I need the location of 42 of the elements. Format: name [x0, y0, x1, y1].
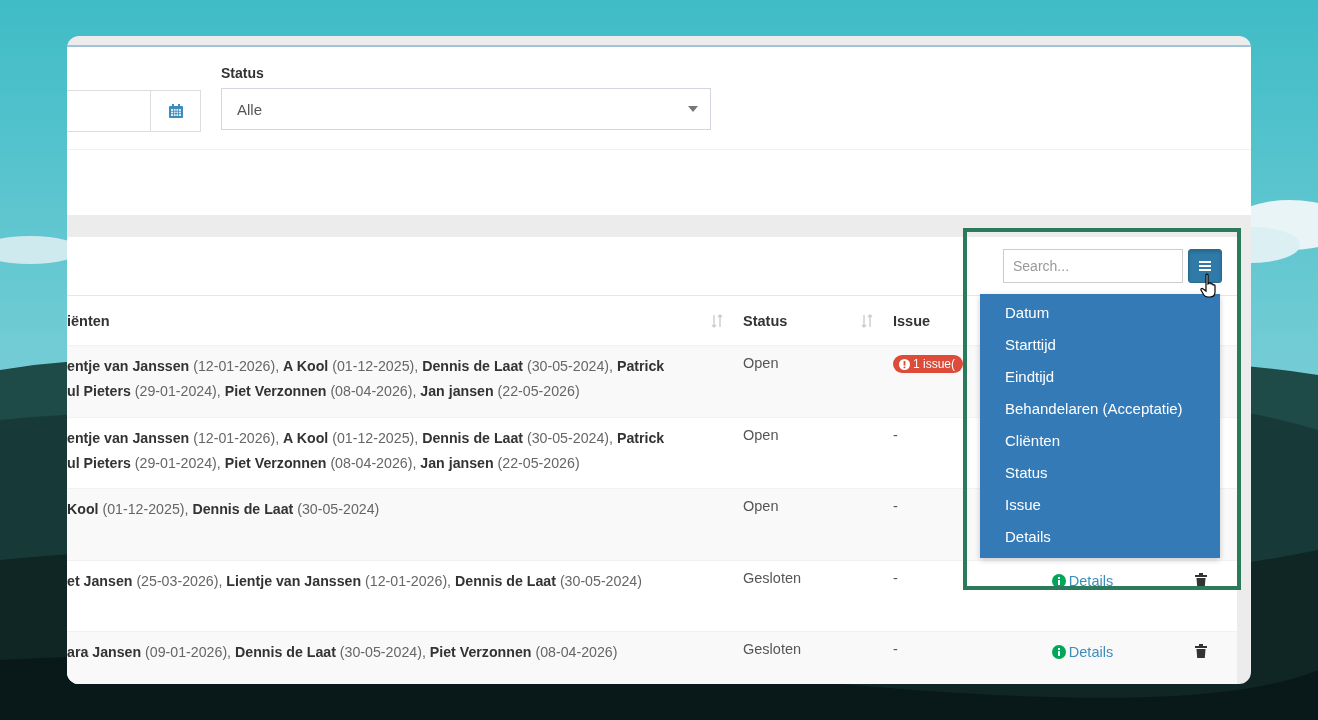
menu-item[interactable]: Eindtijd: [980, 361, 1220, 393]
sort-icon: [861, 313, 873, 328]
menu-icon: [1198, 260, 1212, 272]
table-cell: Open: [743, 426, 779, 443]
menu-item[interactable]: Cliënten: [980, 425, 1220, 457]
field-label: Status: [221, 65, 265, 81]
info-icon: [1051, 573, 1066, 588]
columns-button[interactable]: [1188, 249, 1222, 283]
table-cell: Open: [743, 498, 779, 514]
table-cell-text: entje van Janssen (12-01-2026), A Kool (01-12-2025), Dennis de Laat (30-05-2024), Patrick ul Pieters (29-01-2024), Piet Verzonnen (08-04-2026), Jan jansen (22-05-2026): [67, 428, 666, 473]
table-cell: Gesloten: [743, 641, 802, 657]
menu-item[interactable]: Datum: [980, 297, 1220, 329]
warning-icon: [899, 358, 910, 370]
column-header[interactable]: Status: [735, 296, 885, 345]
menu-item[interactable]: Starttijd: [980, 329, 1220, 361]
menu-item[interactable]: Issue: [980, 489, 1220, 521]
search-field[interactable]: Search...: [1003, 249, 1183, 283]
caret-icon: [688, 106, 698, 112]
table-cell: Gesloten: [743, 569, 802, 586]
menu-item[interactable]: Details: [980, 521, 1220, 553]
column-header[interactable]: iënten: [67, 296, 735, 345]
table-cell: -: [893, 569, 898, 586]
menu-item[interactable]: Behandelaren (Acceptatie): [980, 393, 1220, 425]
table-cell-text: et Jansen (25-03-2026), Lientje van Janssen (12-01-2026), Dennis de Laat (30-05-2024): [67, 571, 643, 591]
menu-item[interactable]: Status: [980, 457, 1220, 489]
table-cell: -: [893, 498, 898, 514]
issue-badge[interactable]: 1 issue(: [893, 355, 964, 373]
calendar-button[interactable]: [151, 90, 201, 132]
table-cell: -: [893, 641, 898, 657]
status-select[interactable]: Alle: [221, 88, 711, 130]
sort-icon: [711, 313, 723, 328]
table-cell: Open: [743, 355, 779, 371]
table-cell-text: ara Jansen (09-01-2026), Dennis de Laat (30-05-2024), Piet Verzonnen (08-04-2026): [67, 643, 619, 662]
table-cell-text: Kool (01-12-2025), Dennis de Laat (30-05-2024): [67, 500, 381, 519]
trash-icon[interactable]: [1195, 572, 1207, 587]
trash-icon[interactable]: [1195, 644, 1207, 658]
table-cell-text: entje van Janssen (12-01-2026), A Kool (01-12-2025), Dennis de Laat (30-05-2024), Patrick ul Pieters (29-01-2024), Piet Verzonnen (08-04-2026), Jan jansen (22-05-2026): [67, 357, 666, 401]
info-icon: [1051, 645, 1066, 659]
table-cell: -: [893, 426, 898, 443]
calendar-icon: [167, 103, 184, 119]
details-link[interactable]: Details: [1051, 644, 1114, 660]
details-link[interactable]: Details: [1051, 572, 1114, 589]
